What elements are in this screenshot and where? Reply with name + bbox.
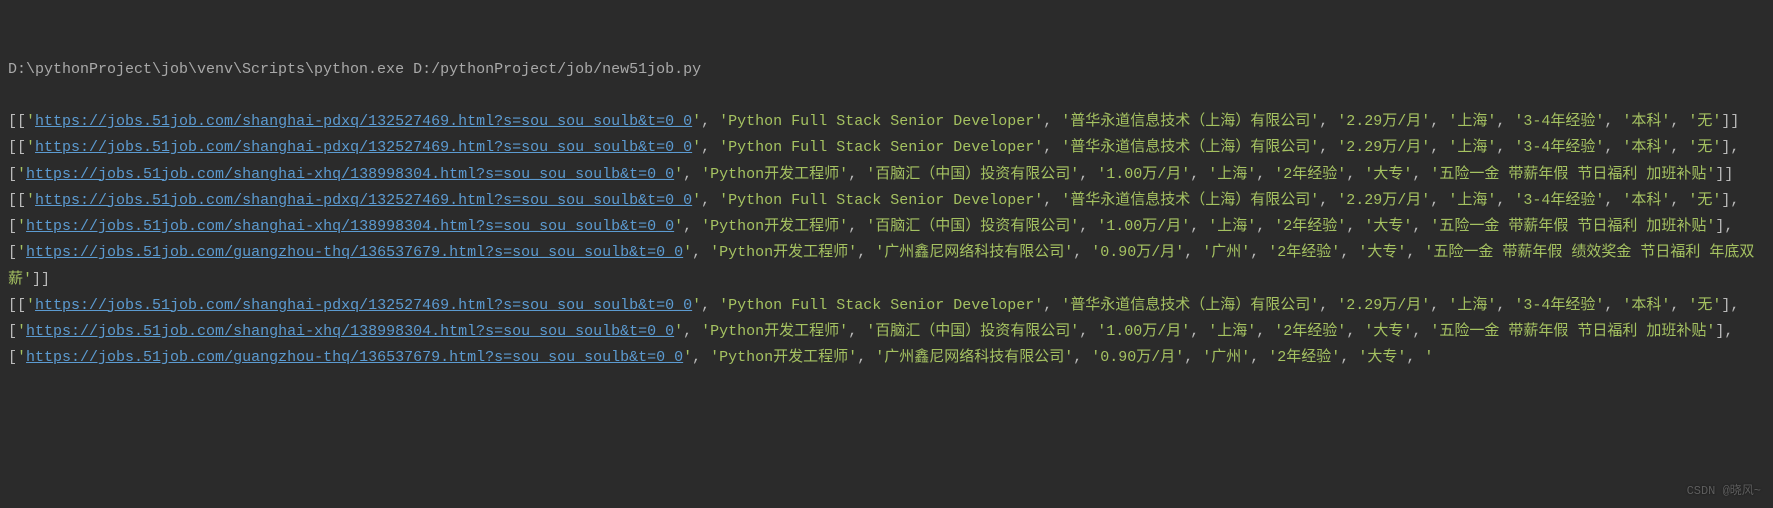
job-title: 'Python开发工程师' <box>710 349 857 366</box>
job-experience: '2年经验' <box>1274 166 1346 183</box>
string-quote: ' <box>26 139 35 156</box>
string-quote: ' <box>26 297 35 314</box>
job-experience: '2年经验' <box>1268 349 1340 366</box>
string-quote: ' <box>17 349 26 366</box>
job-url-link[interactable]: https://jobs.51job.com/guangzhou-thq/136… <box>26 244 683 261</box>
job-url-link[interactable]: https://jobs.51job.com/shanghai-pdxq/132… <box>35 192 692 209</box>
job-benefits: '五险一金 带薪年假 节日福利 加班补贴' <box>1430 218 1715 235</box>
string-quote: ' <box>17 244 26 261</box>
job-company: '百脑汇（中国）投资有限公司' <box>866 218 1079 235</box>
job-experience: '3-4年经验' <box>1514 139 1604 156</box>
job-title: 'Python开发工程师' <box>701 166 848 183</box>
job-company: '普华永道信息技术（上海）有限公司' <box>1061 113 1319 130</box>
job-url-link[interactable]: https://jobs.51job.com/shanghai-xhq/1389… <box>26 323 674 340</box>
job-city: '上海' <box>1208 218 1256 235</box>
output-iteration: [['https://jobs.51job.com/shanghai-pdxq/… <box>8 109 1765 135</box>
job-company: '普华永道信息技术（上海）有限公司' <box>1061 139 1319 156</box>
job-benefits: '五险一金 带薪年假 节日福利 加班补贴' <box>1430 323 1715 340</box>
job-city: '上海' <box>1448 113 1496 130</box>
string-quote: ' <box>683 349 692 366</box>
command-line: D:\pythonProject\job\venv\Scripts\python… <box>8 57 1765 83</box>
string-quote: ' <box>26 113 35 130</box>
string-quote: ' <box>17 218 26 235</box>
string-quote: ' <box>692 113 701 130</box>
job-experience: '3-4年经验' <box>1514 192 1604 209</box>
job-url-link[interactable]: https://jobs.51job.com/shanghai-xhq/1389… <box>26 166 674 183</box>
job-education: '本科' <box>1622 297 1670 314</box>
job-company: '普华永道信息技术（上海）有限公司' <box>1061 192 1319 209</box>
job-company: '广州鑫尼网络科技有限公司' <box>875 349 1073 366</box>
job-salary: '2.29万/月' <box>1337 297 1430 314</box>
job-salary: '1.00万/月' <box>1097 218 1190 235</box>
string-quote: ' <box>692 297 701 314</box>
string-quote: ' <box>683 244 692 261</box>
job-city: '上海' <box>1448 192 1496 209</box>
job-city: '广州' <box>1202 244 1250 261</box>
string-quote: ' <box>17 166 26 183</box>
output-iteration: [['https://jobs.51job.com/shanghai-pdxq/… <box>8 293 1765 372</box>
string-quote: ' <box>692 192 701 209</box>
job-benefits: '无' <box>1688 113 1721 130</box>
job-education: '大专' <box>1364 323 1412 340</box>
job-url-link[interactable]: https://jobs.51job.com/shanghai-pdxq/132… <box>35 113 692 130</box>
console-output: D:\pythonProject\job\venv\Scripts\python… <box>8 4 1765 372</box>
job-salary: '2.29万/月' <box>1337 139 1430 156</box>
job-city: '上海' <box>1448 297 1496 314</box>
job-education: '本科' <box>1622 139 1670 156</box>
job-benefits: '五险一金 带薪年假 节日福利 加班补贴' <box>1430 166 1715 183</box>
job-title: 'Python Full Stack Senior Developer' <box>719 192 1043 209</box>
job-company: '百脑汇（中国）投资有限公司' <box>866 166 1079 183</box>
watermark-text: CSDN @晓风~ <box>1687 481 1761 502</box>
job-city: '广州' <box>1202 349 1250 366</box>
job-city: '上海' <box>1448 139 1496 156</box>
job-title: 'Python Full Stack Senior Developer' <box>719 139 1043 156</box>
job-city: '上海' <box>1208 323 1256 340</box>
string-quote: ' <box>674 166 683 183</box>
job-title: 'Python Full Stack Senior Developer' <box>719 297 1043 314</box>
job-salary: '0.90万/月' <box>1091 244 1184 261</box>
output-iteration: [['https://jobs.51job.com/shanghai-pdxq/… <box>8 188 1765 293</box>
job-salary: '1.00万/月' <box>1097 166 1190 183</box>
job-experience: '2年经验' <box>1274 218 1346 235</box>
job-experience: '3-4年经验' <box>1514 297 1604 314</box>
job-title: 'Python开发工程师' <box>710 244 857 261</box>
job-salary: '0.90万/月' <box>1091 349 1184 366</box>
job-url-link[interactable]: https://jobs.51job.com/shanghai-pdxq/132… <box>35 297 692 314</box>
job-benefits: '无' <box>1688 139 1721 156</box>
job-benefits: ' <box>1424 349 1433 366</box>
job-url-link[interactable]: https://jobs.51job.com/shanghai-xhq/1389… <box>26 218 674 235</box>
job-education: '本科' <box>1622 113 1670 130</box>
job-city: '上海' <box>1208 166 1256 183</box>
job-benefits: '无' <box>1688 192 1721 209</box>
job-company: '百脑汇（中国）投资有限公司' <box>866 323 1079 340</box>
string-quote: ' <box>17 323 26 340</box>
string-quote: ' <box>674 218 683 235</box>
job-salary: '2.29万/月' <box>1337 192 1430 209</box>
job-title: 'Python开发工程师' <box>701 323 848 340</box>
string-quote: ' <box>692 139 701 156</box>
job-salary: '1.00万/月' <box>1097 323 1190 340</box>
string-quote: ' <box>26 192 35 209</box>
job-education: '大专' <box>1364 218 1412 235</box>
string-quote: ' <box>674 323 683 340</box>
job-education: '大专' <box>1364 166 1412 183</box>
job-url-link[interactable]: https://jobs.51job.com/shanghai-pdxq/132… <box>35 139 692 156</box>
job-company: '普华永道信息技术（上海）有限公司' <box>1061 297 1319 314</box>
job-experience: '3-4年经验' <box>1514 113 1604 130</box>
job-title: 'Python开发工程师' <box>701 218 848 235</box>
job-education: '大专' <box>1358 244 1406 261</box>
job-experience: '2年经验' <box>1268 244 1340 261</box>
job-experience: '2年经验' <box>1274 323 1346 340</box>
job-company: '广州鑫尼网络科技有限公司' <box>875 244 1073 261</box>
job-url-link[interactable]: https://jobs.51job.com/guangzhou-thq/136… <box>26 349 683 366</box>
job-benefits: '无' <box>1688 297 1721 314</box>
job-education: '本科' <box>1622 192 1670 209</box>
job-education: '大专' <box>1358 349 1406 366</box>
output-iteration: [['https://jobs.51job.com/shanghai-pdxq/… <box>8 135 1765 188</box>
job-title: 'Python Full Stack Senior Developer' <box>719 113 1043 130</box>
job-salary: '2.29万/月' <box>1337 113 1430 130</box>
